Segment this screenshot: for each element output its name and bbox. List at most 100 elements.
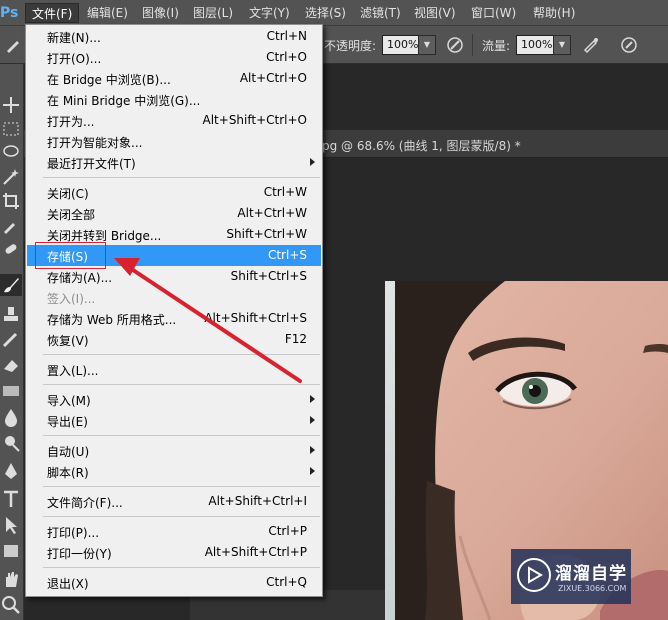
path-selection-tool-icon[interactable] [0, 514, 22, 536]
flow-dropdown-button[interactable]: ▼ [553, 35, 571, 55]
menu-type[interactable]: 文字(Y) [243, 3, 296, 23]
flow-label: 流量: [482, 39, 511, 53]
menu-item-shortcut: F12 [284, 332, 307, 346]
menu-item-browse-mini-bridge[interactable]: 在 Mini Bridge 中浏览(G)... [27, 89, 321, 110]
menu-item-check-in: 签入(I)... [27, 287, 321, 308]
pressure-size-icon[interactable] [620, 36, 638, 54]
menu-item-import[interactable]: 导入(M) [27, 389, 321, 410]
menu-view[interactable]: 视图(V) [408, 3, 462, 23]
menu-item-print[interactable]: 打印(P)... Ctrl+P [27, 521, 321, 542]
menu-item-label: 关闭(C) [47, 187, 89, 201]
menu-item-shortcut: Ctrl+N [266, 29, 307, 43]
menu-item-open-as[interactable]: 打开为... Alt+Shift+Ctrl+O [27, 110, 321, 131]
menu-item-export[interactable]: 导出(E) [27, 410, 321, 431]
menu-item-scripts[interactable]: 脚本(R) [27, 461, 321, 482]
annotation-highlight-box [35, 242, 106, 269]
menu-item-shortcut: Ctrl+P [268, 524, 307, 538]
brush-preset-icon[interactable] [4, 36, 22, 54]
menu-item-shortcut: Ctrl+O [266, 50, 307, 64]
menu-file[interactable]: 文件(F) [25, 3, 80, 23]
watermark-brand: 溜溜自学 [555, 564, 627, 584]
menu-item-label: 文件简介(F)... [47, 496, 123, 510]
lasso-tool-icon[interactable] [0, 142, 22, 164]
watermark: 溜溜自学 ZIXUE.3066.COM [511, 549, 631, 604]
menu-item-shortcut: Ctrl+W [263, 185, 307, 199]
pen-tool-icon[interactable] [0, 460, 22, 482]
menu-select[interactable]: 选择(S) [299, 3, 352, 23]
menu-item-file-info[interactable]: 文件简介(F)... Alt+Shift+Ctrl+I [27, 491, 321, 512]
menu-window[interactable]: 窗口(W) [465, 3, 522, 23]
menu-edit[interactable]: 编辑(E) [81, 3, 134, 23]
menu-item-label: 最近打开文件(T) [47, 157, 136, 171]
airbrush-icon[interactable] [582, 36, 600, 54]
menu-item-shortcut: Alt+Shift+Ctrl+S [204, 311, 307, 325]
photoshop-logo: Ps [0, 5, 19, 21]
document-tab-title[interactable]: pg @ 68.6% (曲线 1, 图层蒙版/8) * [322, 137, 521, 154]
healing-brush-tool-icon[interactable] [0, 238, 22, 260]
menu-item-save-as[interactable]: 存储为(A)... Shift+Ctrl+S [27, 266, 321, 287]
menu-image[interactable]: 图像(I) [136, 3, 185, 23]
history-brush-tool-icon[interactable] [0, 328, 22, 350]
menu-item-label: 打开为智能对象... [47, 136, 143, 150]
submenu-arrow-icon [310, 416, 315, 424]
dodge-tool-icon[interactable] [0, 432, 22, 454]
menu-item-print-one-copy[interactable]: 打印一份(Y) Alt+Shift+Ctrl+P [27, 542, 321, 563]
menu-item-browse-bridge[interactable]: 在 Bridge 中浏览(B)... Alt+Ctrl+O [27, 68, 321, 89]
menu-item-label: 在 Mini Bridge 中浏览(G)... [47, 94, 201, 108]
submenu-arrow-icon [310, 467, 315, 475]
clone-stamp-tool-icon[interactable] [0, 304, 22, 326]
menu-item-exit[interactable]: 退出(X) Ctrl+Q [27, 572, 321, 593]
menu-separator [43, 486, 320, 487]
menu-separator [43, 567, 320, 568]
pressure-opacity-icon[interactable] [446, 36, 464, 54]
menu-separator [43, 516, 320, 517]
menu-item-shortcut: Shift+Ctrl+W [226, 227, 307, 241]
crop-tool-icon[interactable] [0, 190, 22, 212]
menu-item-new[interactable]: 新建(N)... Ctrl+N [27, 26, 321, 47]
menu-item-save-for-web[interactable]: 存储为 Web 所用格式... Alt+Shift+Ctrl+S [27, 308, 321, 329]
menu-item-label: 打开(O)... [47, 52, 102, 66]
menu-item-label: 在 Bridge 中浏览(B)... [47, 73, 171, 87]
menu-item-open-smart-object[interactable]: 打开为智能对象... [27, 131, 321, 152]
menu-item-close[interactable]: 关闭(C) Ctrl+W [27, 182, 321, 203]
menu-item-label: 新建(N)... [47, 31, 101, 45]
menu-help[interactable]: 帮助(H) [527, 3, 581, 23]
move-tool-icon[interactable] [0, 94, 22, 116]
menu-item-open-recent[interactable]: 最近打开文件(T) [27, 152, 321, 173]
blur-tool-icon[interactable] [0, 406, 22, 428]
menu-item-place[interactable]: 置入(L)... [27, 359, 321, 380]
menu-separator [43, 384, 320, 385]
menu-item-automate[interactable]: 自动(U) [27, 440, 321, 461]
menu-item-label: 打印一份(Y) [47, 547, 112, 561]
menu-item-shortcut: Alt+Shift+Ctrl+I [208, 494, 307, 508]
menu-item-label: 打印(P)... [47, 526, 100, 540]
menu-item-label: 打开为... [47, 115, 95, 129]
gradient-tool-icon[interactable] [0, 380, 22, 402]
menu-item-label: 导入(M) [47, 394, 91, 408]
hand-tool-icon[interactable] [0, 568, 22, 590]
brush-tool-icon[interactable] [0, 274, 22, 296]
menu-item-label: 导出(E) [47, 415, 88, 429]
opacity-dropdown-button[interactable]: ▼ [418, 35, 436, 55]
play-logo-icon [517, 558, 551, 592]
menu-item-label: 自动(U) [47, 445, 90, 459]
rectangle-tool-icon[interactable] [0, 540, 22, 562]
magic-wand-tool-icon[interactable] [0, 166, 22, 188]
menu-item-revert[interactable]: 恢复(V) F12 [27, 329, 321, 350]
submenu-arrow-icon [310, 158, 315, 166]
menu-item-close-all[interactable]: 关闭全部 Alt+Ctrl+W [27, 203, 321, 224]
eyedropper-tool-icon[interactable] [0, 214, 22, 236]
submenu-arrow-icon [310, 446, 315, 454]
opacity-label: 不透明度: [324, 39, 377, 53]
menu-item-shortcut: Alt+Ctrl+O [239, 71, 307, 85]
marquee-tool-icon[interactable] [0, 118, 22, 140]
watermark-url: ZIXUE.3066.COM [558, 584, 627, 593]
menu-item-shortcut: Alt+Ctrl+W [237, 206, 307, 220]
menu-layer[interactable]: 图层(L) [187, 3, 239, 23]
menu-item-open[interactable]: 打开(O)... Ctrl+O [27, 47, 321, 68]
zoom-tool-icon[interactable] [0, 594, 22, 616]
type-tool-icon[interactable] [0, 488, 22, 510]
menu-item-label: 签入(I)... [47, 292, 96, 306]
menu-filter[interactable]: 滤镜(T) [354, 3, 407, 23]
eraser-tool-icon[interactable] [0, 354, 22, 376]
